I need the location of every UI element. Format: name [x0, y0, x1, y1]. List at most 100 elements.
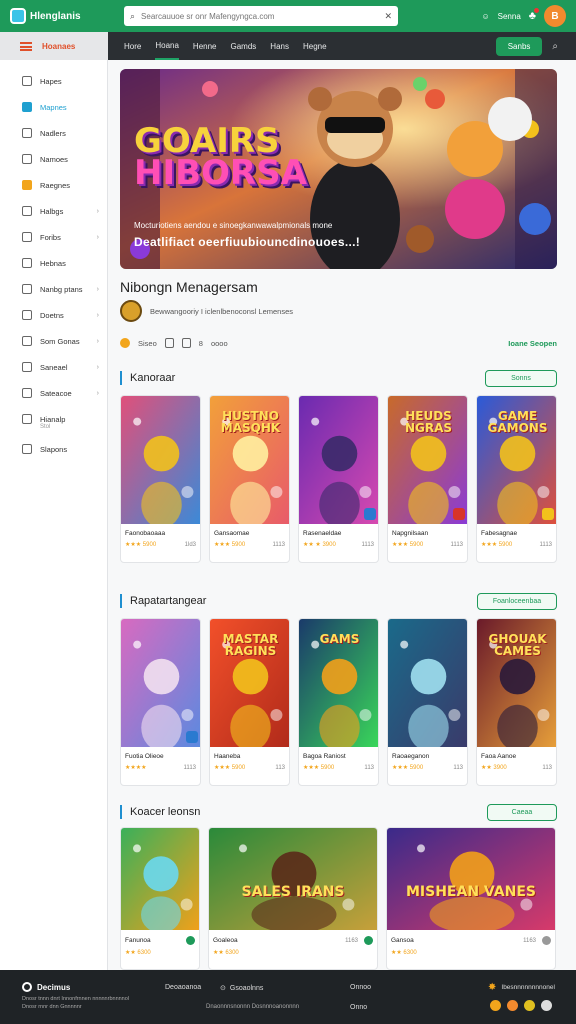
developer-name[interactable]: Bewwangooriy I iclenlbenoconsl Lemenses	[150, 307, 293, 316]
platform-badge-icon	[453, 508, 465, 520]
footer-brand[interactable]: Decimus	[22, 982, 70, 992]
user-icon[interactable]: ☺	[481, 12, 489, 21]
sidebar-item-label: Nadlers	[40, 128, 66, 138]
game-card[interactable]: SALES IRANS Goaleoa 1163 ★★ 6300	[208, 827, 378, 970]
download-icon[interactable]	[364, 936, 373, 945]
footer-link[interactable]: Deoaoanoa	[165, 984, 201, 991]
nav-tab[interactable]: Henne	[193, 32, 217, 60]
game-card[interactable]: Fuotia Olieoe ★★★★ 1113	[120, 618, 201, 786]
card-row: Fuotia Olieoe ★★★★ 1113 MASTAR RAGINS Haaneb…	[120, 618, 557, 786]
game-card-art: GAME GAMONS	[477, 396, 556, 528]
footer-link[interactable]: Onnoo	[350, 984, 371, 991]
game-card-name: Faonobaoaaa	[125, 530, 166, 537]
game-card-name: Goaleoa	[213, 937, 238, 944]
nav-tab[interactable]: Hegne	[303, 32, 327, 60]
game-card-rating-row: ★★★ 5900 1113	[210, 537, 289, 549]
download-icon[interactable]	[542, 936, 551, 945]
sidebar-item-icon	[22, 414, 32, 424]
nav-search-icon[interactable]: ⌕	[552, 41, 558, 52]
sidebar-item[interactable]: Sateacoe ›	[0, 380, 107, 406]
search-input[interactable]	[141, 11, 379, 21]
info-icon[interactable]	[164, 338, 174, 348]
game-card-name: Napgnilsaan	[392, 530, 429, 537]
sidebar-item[interactable]: Halbgs ›	[0, 198, 107, 224]
search-icon[interactable]: ⌕	[130, 11, 135, 22]
game-card-count: 1113	[183, 764, 196, 771]
game-card-art: GHOUAK CAMES	[477, 619, 556, 751]
user-label[interactable]: Senna	[498, 12, 521, 21]
game-card-art: MISHEAN VANES	[387, 828, 555, 934]
game-card[interactable]: HUSTNO MASQHK Gansaomae ★★★ 5900 1113	[209, 395, 290, 563]
social-icon[interactable]	[490, 1000, 501, 1011]
card-row: Fanunoa ★★ 6300 SALES IRANS Goaleoa 1163 ★★ 6…	[120, 827, 556, 970]
search-bar[interactable]: ⌕ ✕	[124, 6, 398, 26]
game-card[interactable]: Faonobaoaaa ★★★ 5900 1ld3	[120, 395, 201, 563]
sidebar-item[interactable]: Hapes	[0, 68, 107, 94]
hero-banner[interactable]: GOAIRS HIBORSA Mocturiotiens aendou e si…	[120, 69, 557, 269]
notification-icon[interactable]: ♣	[529, 8, 539, 22]
sidebar-item[interactable]: Doetns ›	[0, 302, 107, 328]
footer-link[interactable]: ⊙ Gsoaolnns	[220, 984, 263, 993]
sidebar-item[interactable]: Hebnas	[0, 250, 107, 276]
game-card[interactable]: MISHEAN VANES Gansoa 1163 ★★ 6300	[386, 827, 556, 970]
sidebar-item-icon	[22, 102, 32, 112]
app-logo[interactable]: Hlenglanis	[10, 8, 120, 24]
nav-tab[interactable]: Hore	[124, 32, 141, 60]
game-card-count: 1163	[345, 937, 358, 944]
nav-action-button[interactable]: Sanbs	[495, 36, 543, 56]
social-icon[interactable]	[541, 1000, 552, 1011]
platform-badge-icon	[542, 508, 554, 520]
footer-badge[interactable]: ✸ Ibesnnnnnnnnonel	[488, 982, 555, 993]
game-card-rating-row: ★★★★ 1113	[121, 760, 200, 772]
download-icon[interactable]	[186, 936, 195, 945]
nav-home-button[interactable]: Hoanaes	[0, 32, 108, 60]
sidebar-item-icon	[22, 128, 32, 138]
game-card-art	[388, 619, 467, 751]
section-button[interactable]: Foanloceenbaa	[477, 592, 557, 610]
game-card-rating: ★★★ 5900	[214, 765, 246, 771]
sidebar-item[interactable]: Slapons	[0, 436, 107, 462]
sidebar-item[interactable]: Foribs ›	[0, 224, 107, 250]
footer-link[interactable]: Dnaonnnsnonnn Dosnnnoanonnnn	[206, 1004, 299, 1010]
game-card-art	[121, 619, 200, 751]
section-title: Koacer leonsn	[130, 806, 201, 818]
nav-tab-active[interactable]: Hoana	[155, 32, 179, 60]
platform-badge-icon	[186, 731, 198, 743]
nav-tab[interactable]: Gamds	[231, 32, 257, 60]
section-title: Kanoraar	[130, 372, 176, 384]
sidebar-item[interactable]: Namoes	[0, 146, 107, 172]
game-card[interactable]: GAME GAMONS Fabesagnae ★★★ 5900 1113	[476, 395, 557, 563]
game-card-rating: ★★ 6300	[125, 950, 151, 956]
open-link[interactable]: Ioane Seopen	[508, 339, 557, 348]
sidebar-item[interactable]: Mapnes	[0, 94, 107, 120]
section-button[interactable]: Sonns	[485, 369, 557, 387]
section-button[interactable]: Caeaa	[487, 803, 557, 821]
game-card[interactable]: GHOUAK CAMES Faoa Aanoe ★★ 3900 113	[476, 618, 557, 786]
game-card[interactable]: GAMS Bagoa Raniost ★★★ 5900 113	[298, 618, 379, 786]
game-card-name: Fuotia Olieoe	[125, 753, 164, 760]
game-card-name: Gansaomae	[214, 530, 250, 537]
developer-logo[interactable]	[120, 300, 142, 322]
game-card[interactable]: MASTAR RAGINS Haaneba ★★★ 5900 113	[209, 618, 290, 786]
sidebar-item[interactable]: Som Gonas ›	[0, 328, 107, 354]
game-card[interactable]: Raoaeganon ★★★ 5900 113	[387, 618, 468, 786]
sidebar-item[interactable]: Nanbg ptans ›	[0, 276, 107, 302]
nav-tab[interactable]: Hans	[270, 32, 289, 60]
social-icon[interactable]	[507, 1000, 518, 1011]
sidebar-item[interactable]: Saneael ›	[0, 354, 107, 380]
avatar[interactable]: B	[544, 5, 566, 27]
section-title: Rapatartangear	[130, 595, 207, 607]
sidebar-item[interactable]: Nadlers	[0, 120, 107, 146]
hero-caption-small: Mocturiotiens aendou e sinoegkanwawalpmi…	[134, 221, 333, 230]
social-icon[interactable]	[524, 1000, 535, 1011]
game-card[interactable]: HEUDS NGRAS Napgnilsaan ★★★ 5900 1113	[387, 395, 468, 563]
clear-icon[interactable]: ✕	[384, 11, 392, 22]
menu-icon[interactable]	[20, 41, 32, 51]
game-card-rating: ★★★★	[125, 765, 147, 771]
game-card[interactable]: Fanunoa ★★ 6300	[120, 827, 200, 970]
footer-link[interactable]: Onno	[350, 1004, 367, 1011]
sidebar-item[interactable]: Raegnes	[0, 172, 107, 198]
device-icon[interactable]	[181, 338, 191, 348]
game-card[interactable]: Rasenaeldae ★★ ★ 3900 1113	[298, 395, 379, 563]
social-icons	[490, 1000, 552, 1011]
